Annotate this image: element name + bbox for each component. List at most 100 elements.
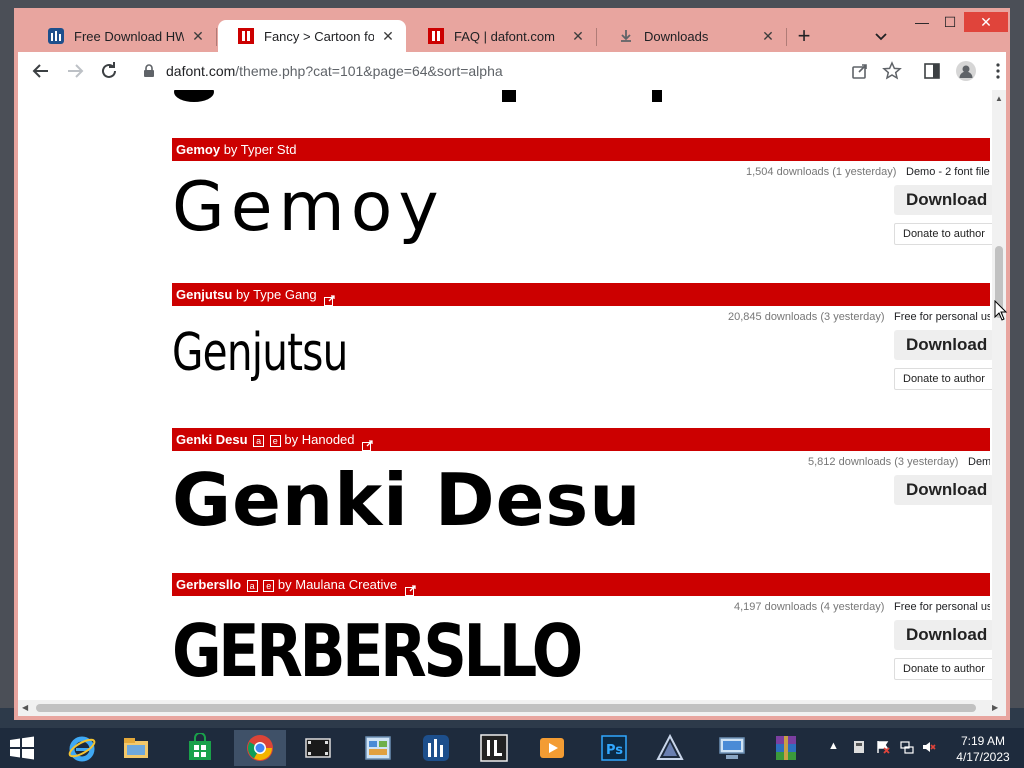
scroll-up-arrow-icon[interactable]: ▲ (995, 94, 1003, 103)
font-name-link[interactable]: Genki Desu (176, 432, 248, 447)
lock-icon (142, 64, 156, 78)
font-preview[interactable]: GERBERSLLO (172, 609, 583, 693)
tab-close-icon[interactable]: ✕ (570, 28, 586, 44)
scroll-right-arrow-icon[interactable]: ▶ (992, 703, 998, 712)
browser-window: Free Download HWiNFO ✕ Fancy > Cartoon f… (14, 8, 1010, 720)
profile-avatar-icon[interactable] (956, 61, 976, 81)
forward-arrow-icon[interactable] (64, 60, 86, 82)
font-entry: Gerbersllo a e by Maulana Creative 4,197… (172, 573, 994, 700)
accents-badge: a (253, 434, 265, 447)
external-link-icon[interactable] (362, 435, 373, 452)
dafont-icon (428, 28, 444, 44)
scroll-left-arrow-icon[interactable]: ◀ (22, 703, 28, 712)
action-center-flag-icon[interactable] (876, 740, 890, 754)
font-preview[interactable]: Genjutsu (172, 323, 348, 403)
tab-divider (596, 28, 597, 46)
tray-device-icon[interactable] (852, 740, 866, 754)
download-stats: 20,845 downloads (3 yesterday) (728, 311, 885, 323)
font-name-link[interactable]: Gerbersllo (176, 577, 241, 592)
download-button[interactable]: Download (894, 330, 994, 360)
euro-badge: e (263, 579, 275, 592)
minimize-button[interactable]: — (908, 12, 936, 32)
control-panel-icon[interactable] (352, 730, 404, 766)
menu-kebab-icon[interactable] (988, 61, 1008, 81)
download-button[interactable]: Download (894, 475, 994, 505)
horizontal-scrollbar-thumb[interactable] (36, 704, 976, 712)
url-host: dafont.com (166, 63, 236, 79)
download-button[interactable]: Download (894, 620, 994, 650)
font-header: Genki Desu a e by Hanoded (172, 428, 990, 452)
donate-button[interactable]: Donate to author (894, 658, 994, 680)
tab-faq[interactable]: FAQ | dafont.com ✕ (408, 20, 596, 52)
font-preview[interactable]: Genki Desu (172, 458, 642, 542)
tab-cartoon-fonts[interactable]: Fancy > Cartoon fonts | ✕ (218, 20, 406, 52)
file-explorer-icon[interactable] (110, 730, 162, 766)
close-window-button[interactable]: ✕ (964, 12, 1008, 32)
font-author-link[interactable]: Typer Std (241, 142, 297, 157)
download-button[interactable]: Download (894, 185, 994, 215)
remote-desktop-icon[interactable] (706, 730, 758, 766)
license-label: Demo (968, 456, 990, 468)
font-name-link[interactable]: Genjutsu (176, 287, 232, 302)
page-viewport: Gemoy by Typer Std 1,504 downloads (1 ye… (18, 90, 1006, 700)
font-header: Gemoy by Typer Std (172, 138, 990, 161)
clock-date: 4/17/2023 (956, 750, 1010, 764)
internet-explorer-icon[interactable] (56, 730, 108, 766)
app-il-icon[interactable] (468, 730, 520, 766)
tab-close-icon[interactable]: ✕ (380, 28, 396, 44)
video-editor-icon[interactable] (292, 730, 344, 766)
show-hidden-icons-chevron-icon[interactable]: ▲ (828, 740, 842, 754)
bookmark-star-icon[interactable] (882, 61, 902, 81)
tab-close-icon[interactable]: ✕ (760, 28, 776, 44)
vector-app-icon[interactable] (644, 730, 696, 766)
windows-start-icon[interactable] (8, 736, 36, 760)
font-entry: Genki Desu a e by Hanoded 5,812 download… (172, 428, 994, 573)
tab-hwinfo[interactable]: Free Download HWiNFO ✕ (28, 20, 216, 52)
new-tab-button[interactable]: + (792, 25, 816, 49)
hwinfo-taskbar-icon[interactable] (410, 730, 462, 766)
font-preview[interactable]: Gemoy (172, 168, 445, 248)
dafont-icon (238, 28, 254, 44)
maximize-button[interactable]: ☐ (936, 12, 964, 32)
store-icon[interactable] (174, 730, 226, 766)
share-icon[interactable] (850, 61, 870, 81)
address-bar[interactable]: dafont.com/theme.php?cat=101&page=64&sor… (128, 56, 898, 86)
back-arrow-icon[interactable] (30, 60, 52, 82)
font-author-link[interactable]: Type Gang (253, 287, 317, 302)
tab-search-chevron-icon[interactable] (872, 28, 890, 46)
download-stats: 4,197 downloads (4 yesterday) (734, 601, 885, 613)
chrome-icon[interactable] (234, 730, 286, 766)
donate-button[interactable]: Donate to author (894, 368, 994, 390)
horizontal-scrollbar[interactable]: ◀ ▶ (18, 700, 1006, 716)
browser-toolbar: dafont.com/theme.php?cat=101&page=64&sor… (18, 52, 1006, 90)
donate-button[interactable]: Donate to author (894, 223, 994, 245)
network-icon[interactable] (900, 740, 914, 754)
font-author-link[interactable]: Hanoded (302, 432, 355, 447)
external-link-icon[interactable] (404, 580, 416, 597)
vertical-scrollbar[interactable]: ▲ (992, 90, 1006, 700)
font-by: by (274, 577, 296, 592)
font-by: by (220, 142, 241, 157)
license-label: Demo - 2 font files (906, 166, 990, 178)
winrar-icon[interactable] (760, 730, 812, 766)
external-link-icon[interactable] (324, 290, 335, 307)
reload-icon[interactable] (98, 60, 120, 82)
url-path: /theme.php?cat=101&page=64&sort=alpha (235, 63, 503, 79)
font-entry: Gemoy by Typer Std 1,504 downloads (1 ye… (172, 138, 994, 283)
license-label: Free for personal use (894, 311, 990, 323)
photoshop-icon[interactable]: Ps (588, 730, 640, 766)
side-panel-icon[interactable] (922, 61, 942, 81)
tab-downloads[interactable]: Downloads ✕ (598, 20, 786, 52)
mouse-pointer-icon (994, 299, 1008, 322)
font-list: Gemoy by Typer Std 1,504 downloads (1 ye… (172, 90, 994, 700)
tab-title: Downloads (644, 28, 709, 44)
tab-title: FAQ | dafont.com (454, 28, 555, 44)
volume-muted-icon[interactable] (922, 740, 936, 754)
tab-close-icon[interactable]: ✕ (190, 28, 206, 44)
font-header: Gerbersllo a e by Maulana Creative (172, 573, 990, 597)
font-author-link[interactable]: Maulana Creative (295, 577, 397, 592)
media-player-icon[interactable] (526, 730, 578, 766)
font-entry: Genjutsu by Type Gang 20,845 downloads (… (172, 283, 994, 428)
system-clock[interactable]: 7:19 AM 4/17/2023 (950, 733, 1016, 765)
font-name-link[interactable]: Gemoy (176, 142, 220, 157)
